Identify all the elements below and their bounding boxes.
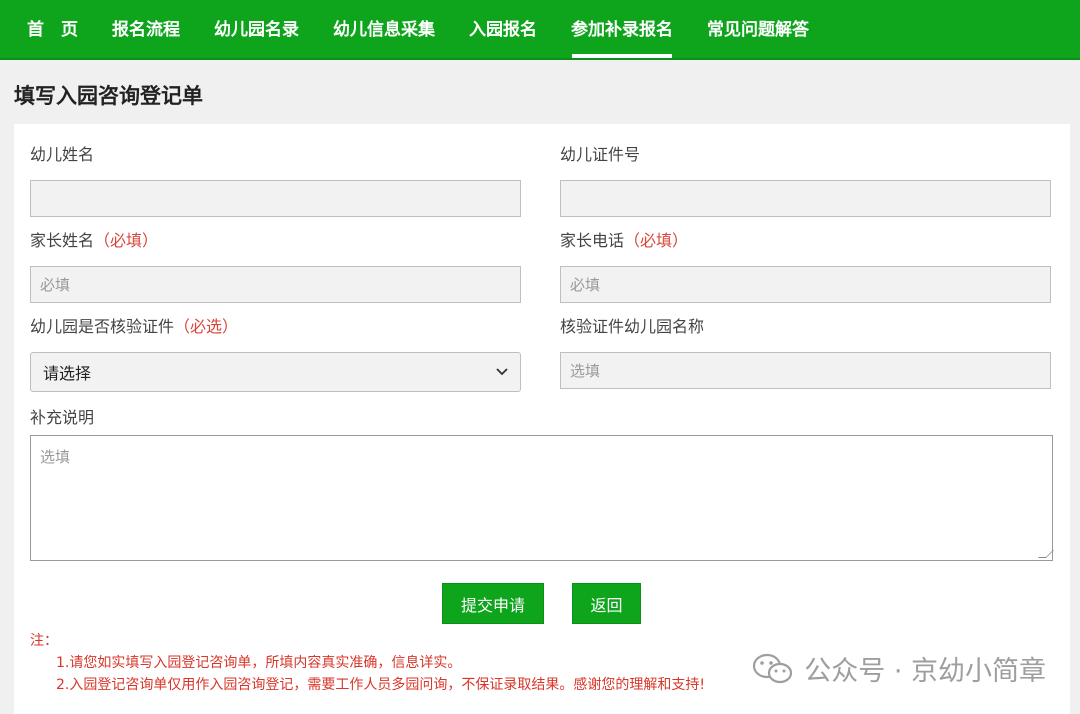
notice-line: 1.请您如实填写入园登记咨询单，所填内容真实准确，信息详实。 xyxy=(56,655,462,671)
notes-label: 补充说明 xyxy=(30,408,95,427)
child-id-group: 幼儿证件号 xyxy=(560,144,1051,217)
watermark: 公众号 · 京幼小简章 xyxy=(752,649,1046,688)
submit-button[interactable]: 提交申请 xyxy=(442,583,544,624)
parent-phone-label: 家长电话（必填） xyxy=(560,230,1051,252)
page-title: 填写入园咨询登记单 xyxy=(14,84,203,108)
child-id-label: 幼儿证件号 xyxy=(560,145,641,164)
nav-item-info-collect[interactable]: 幼儿信息采集 xyxy=(316,0,452,58)
parent-name-group: 家长姓名（必填） 必填 xyxy=(30,230,521,303)
notice-title: 注： xyxy=(30,633,58,649)
nav-item-directory[interactable]: 幼儿园名录 xyxy=(197,0,316,58)
notes-textarea[interactable]: 选填 xyxy=(30,435,1054,561)
child-name-input[interactable] xyxy=(30,180,521,217)
required-mark: （必选） xyxy=(174,317,239,336)
verify-kg-label: 核验证件幼儿园名称 xyxy=(560,317,705,336)
nav-item-home[interactable]: 首 页 xyxy=(10,0,95,58)
verify-kg-input[interactable]: 选填 xyxy=(560,352,1051,389)
verify-label-text: 幼儿园是否核验证件 xyxy=(30,317,175,336)
wechat-icon xyxy=(753,653,793,683)
back-button[interactable]: 返回 xyxy=(572,583,641,624)
nav-item-supplement[interactable]: 参加补录报名 xyxy=(554,0,690,58)
verify-select-value: 请选择 xyxy=(43,364,92,383)
verify-kg-group: 核验证件幼儿园名称 选填 xyxy=(560,316,1051,389)
parent-phone-input[interactable]: 必填 xyxy=(560,266,1051,303)
parent-phone-group: 家长电话（必填） 必填 xyxy=(560,230,1051,303)
required-mark: （必填） xyxy=(94,231,159,250)
nav-item-faq[interactable]: 常见问题解答 xyxy=(690,0,826,58)
parent-name-label-text: 家长姓名 xyxy=(30,231,95,250)
parent-name-input[interactable]: 必填 xyxy=(30,266,521,303)
verify-label: 幼儿园是否核验证件（必选） xyxy=(30,316,521,338)
parent-name-label: 家长姓名（必填） xyxy=(30,230,521,252)
resize-grip-icon[interactable] xyxy=(1038,550,1054,558)
child-name-group: 幼儿姓名 xyxy=(30,144,521,217)
child-name-label: 幼儿姓名 xyxy=(30,145,95,164)
notes-placeholder: 选填 xyxy=(40,448,71,466)
parent-phone-label-text: 家长电话 xyxy=(560,231,625,250)
chevron-down-icon xyxy=(496,368,508,376)
nav-item-enroll[interactable]: 入园报名 xyxy=(452,0,554,58)
verify-group: 幼儿园是否核验证件（必选） 请选择 xyxy=(30,316,521,392)
notes-group: 补充说明 选填 xyxy=(30,407,1054,561)
notice: 注： 1.请您如实填写入园登记咨询单，所填内容真实准确，信息详实。 2.入园登记… xyxy=(30,630,705,696)
notice-line: 2.入园登记咨询单仅用作入园咨询登记，需要工作人员多园问询，不保证录取结果。感谢… xyxy=(56,677,705,693)
nav-item-process[interactable]: 报名流程 xyxy=(95,0,197,58)
top-nav: 首 页 报名流程 幼儿园名录 幼儿信息采集 入园报名 参加补录报名 常见问题解答 xyxy=(0,0,1080,60)
form-card: 幼儿姓名 幼儿证件号 家长姓名（必填） 必填 家长电话（必填） 必填 幼儿园是否… xyxy=(14,124,1070,714)
required-mark: （必填） xyxy=(624,231,689,250)
child-id-input[interactable] xyxy=(560,180,1051,217)
watermark-text: 公众号 · 京幼小简章 xyxy=(804,656,1046,687)
verify-select[interactable]: 请选择 xyxy=(30,352,521,392)
